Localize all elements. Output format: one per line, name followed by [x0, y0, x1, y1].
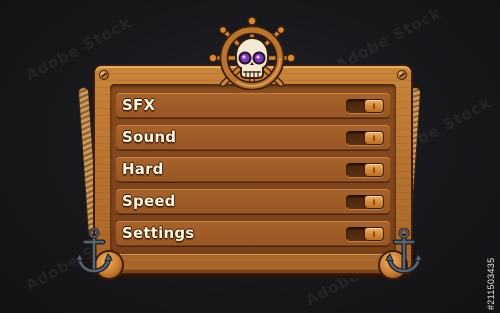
anchor-icon — [74, 227, 114, 276]
settings-toggle[interactable] — [346, 227, 384, 241]
settings-list: SFX Sound Hard Speed Settings — [110, 84, 396, 254]
setting-label: SFX — [122, 96, 156, 114]
toggle-knob — [365, 132, 383, 144]
setting-row-speed: Speed — [116, 189, 390, 214]
anchor-icon — [384, 227, 424, 276]
sfx-toggle[interactable] — [346, 99, 384, 113]
skull-ship-wheel-icon — [205, 16, 299, 91]
toggle-knob — [365, 100, 383, 112]
toggle-knob — [365, 228, 383, 240]
setting-row-sound: Sound — [116, 125, 390, 150]
setting-label: Speed — [122, 192, 176, 210]
sound-toggle[interactable] — [346, 131, 384, 145]
setting-label: Sound — [122, 128, 177, 146]
setting-row-settings: Settings — [116, 221, 390, 246]
setting-row-hard: Hard — [116, 157, 390, 182]
setting-label: Hard — [122, 160, 164, 178]
hard-toggle[interactable] — [346, 163, 384, 177]
watermark-text: Adobe Stock — [332, 3, 445, 75]
settings-panel: SFX Sound Hard Speed Settings — [95, 66, 411, 273]
toggle-knob — [365, 196, 383, 208]
stock-image-id: #211503435 — [486, 257, 496, 310]
screw-icon — [100, 71, 108, 79]
speed-toggle[interactable] — [346, 195, 384, 209]
toggle-knob — [365, 164, 383, 176]
game-settings-screen: Adobe Stock Adobe Stock Adobe Stock Adob… — [0, 0, 500, 313]
setting-row-sfx: SFX — [116, 93, 390, 118]
screw-icon — [398, 71, 406, 79]
setting-label: Settings — [122, 224, 195, 242]
